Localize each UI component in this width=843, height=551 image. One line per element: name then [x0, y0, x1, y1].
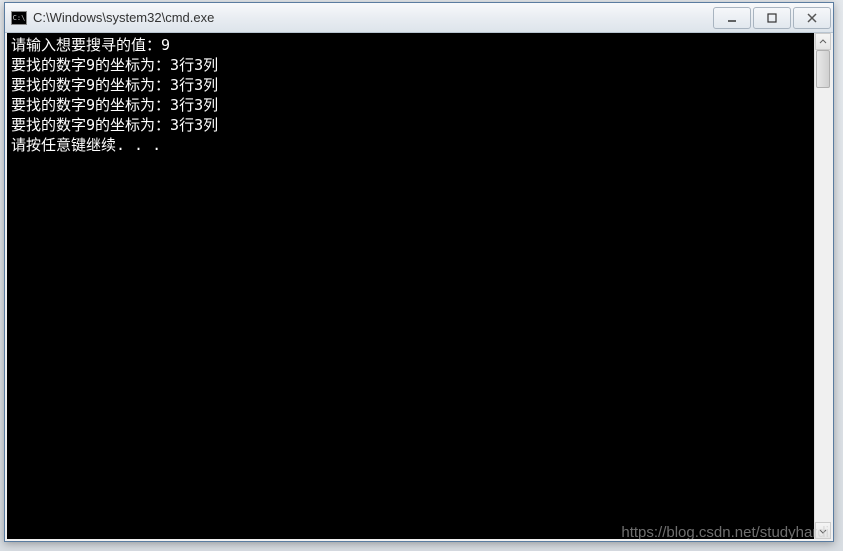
cmd-icon: C:\: [11, 11, 27, 25]
vertical-scrollbar[interactable]: [814, 33, 831, 539]
window-controls: [713, 7, 831, 29]
console-line: 请输入想要搜寻的值：9: [11, 36, 170, 54]
close-icon: [806, 12, 818, 24]
maximize-icon: [766, 12, 778, 24]
console-line: 请按任意键继续. . .: [11, 136, 161, 154]
console-line: 要找的数字9的坐标为：3行3列: [11, 76, 218, 94]
chevron-down-icon: [819, 527, 827, 535]
minimize-button[interactable]: [713, 7, 751, 29]
close-button[interactable]: [793, 7, 831, 29]
console-area: 请输入想要搜寻的值：9 要找的数字9的坐标为：3行3列 要找的数字9的坐标为：3…: [5, 33, 833, 541]
maximize-button[interactable]: [753, 7, 791, 29]
window-title: C:\Windows\system32\cmd.exe: [33, 10, 713, 25]
minimize-icon: [726, 12, 738, 24]
console-line: 要找的数字9的坐标为：3行3列: [11, 116, 218, 134]
scroll-down-button[interactable]: [815, 522, 831, 539]
scroll-track[interactable]: [815, 50, 831, 522]
console-output[interactable]: 请输入想要搜寻的值：9 要找的数字9的坐标为：3行3列 要找的数字9的坐标为：3…: [7, 33, 814, 539]
scroll-thumb[interactable]: [816, 50, 830, 88]
console-line: 要找的数字9的坐标为：3行3列: [11, 96, 218, 114]
cmd-window: C:\ C:\Windows\system32\cmd.exe 请输入想要搜寻的…: [4, 2, 834, 542]
console-line: 要找的数字9的坐标为：3行3列: [11, 56, 218, 74]
scroll-up-button[interactable]: [815, 33, 831, 50]
chevron-up-icon: [819, 38, 827, 46]
titlebar[interactable]: C:\ C:\Windows\system32\cmd.exe: [5, 3, 833, 33]
